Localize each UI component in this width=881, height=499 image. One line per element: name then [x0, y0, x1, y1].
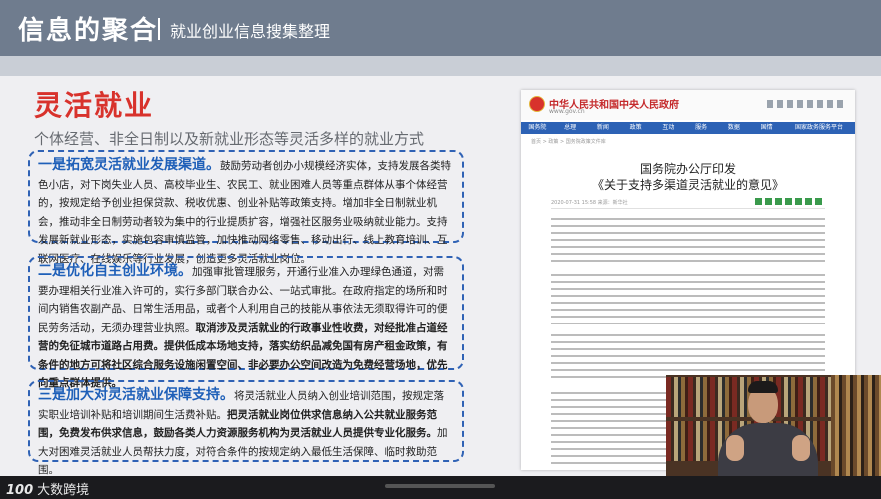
policy-box-3-lead: 三是加大对灵活就业保障支持。 — [38, 387, 234, 403]
policy-box-2: 二是优化自主创业环境。加强审批管理服务，开通行业准入办理绿色通道，对需要办理相关… — [28, 256, 464, 389]
presenter-hand — [726, 435, 744, 461]
slide-subtitle: 个体经营、非全日制以及新就业形态等灵活多样的就业方式 — [34, 130, 425, 148]
slide-title: 灵活就业 — [34, 89, 155, 122]
brand-logo-icon: 100 — [6, 483, 34, 498]
presenter-hair — [748, 381, 778, 393]
policy-box-1-lead: 一是拓宽灵活就业发展渠道。 — [38, 157, 220, 173]
doc-nav-bar: 国务院 总理 新闻 政策 互动 服务 数据 国情 国家政务服务平台 — [521, 122, 855, 134]
home-indicator[interactable] — [385, 484, 495, 488]
doc-meta: 2020-07-31 15:58 来源：新华社 — [551, 200, 628, 206]
doc-nav-item: 数据 — [727, 124, 740, 131]
doc-nav-item: 互动 — [662, 124, 675, 131]
doc-nav-item: 服务 — [695, 124, 708, 131]
doc-share-icons — [755, 198, 825, 205]
doc-title-line1: 国务院办公厅印发 — [639, 162, 736, 176]
doc-nav-item: 政策 — [629, 124, 642, 131]
doc-nav-item: 新闻 — [596, 124, 609, 131]
policy-box-2-lead: 二是优化自主创业环境。 — [38, 263, 192, 279]
slide-header: 信息的聚合 就业创业信息搜集整理 — [0, 0, 881, 56]
national-emblem-icon — [529, 96, 545, 112]
brand-logo: 100 大数跨境 — [6, 479, 89, 498]
header-divider — [158, 18, 160, 40]
policy-box-1-body: 鼓励劳动者创办小规模经济实体，支持发展各类特色小店，对下岗失业人员、高校毕业生、… — [38, 160, 451, 265]
doc-nav-item: 国务院 — [528, 124, 547, 131]
doc-nav-item: 国情 — [760, 124, 773, 131]
presenter-hand — [792, 435, 810, 461]
brand-logo-text: 大数跨境 — [37, 483, 90, 498]
doc-nav-item: 国家政务服务平台 — [795, 124, 844, 131]
doc-divider — [551, 208, 825, 209]
doc-paragraph — [551, 218, 825, 264]
header-title: 信息的聚合 — [18, 16, 159, 46]
header-band — [0, 56, 881, 76]
doc-nav-item: 总理 — [564, 124, 577, 131]
doc-topbar: 中华人民共和国中央人民政府 www.gov.cn — [521, 90, 855, 120]
doc-breadcrumb: 首页 > 政策 > 国务院政策文件库 — [531, 139, 606, 145]
doc-toolbar-icons — [767, 100, 847, 108]
policy-box-1: 一是拓宽灵活就业发展渠道。鼓励劳动者创办小规模经济实体，支持发展各类特色小店，对… — [28, 150, 464, 265]
policy-box-3: 三是加大对灵活就业保障支持。将灵活就业人员纳入创业培训范围，按规定落实职业培训补… — [28, 380, 464, 476]
header-subtitle: 就业创业信息搜集整理 — [170, 22, 331, 41]
doc-paragraph — [551, 274, 825, 324]
doc-site-url: www.gov.cn — [549, 108, 585, 115]
doc-title-line2: 《关于支持多渠道灵活就业的意见》 — [591, 178, 784, 192]
